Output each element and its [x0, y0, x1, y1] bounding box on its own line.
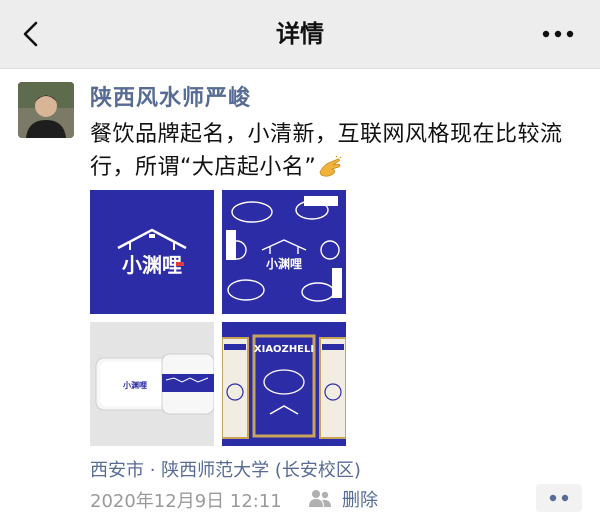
- people-icon: [309, 490, 331, 507]
- more-icon[interactable]: [540, 28, 576, 40]
- logo-text: 小渊哩: [266, 256, 302, 271]
- top-bar: 详情: [0, 0, 600, 69]
- illustration-image: 小渊哩: [222, 190, 346, 314]
- logo-text: 小渊哩: [122, 380, 147, 390]
- dots-icon: [549, 494, 569, 502]
- avatar[interactable]: [18, 82, 74, 138]
- packaging-image: 小渊哩: [90, 322, 214, 446]
- logo-image: 小渊哩: [90, 190, 214, 314]
- post-text: 餐饮品牌起名，小清新，互联网风格现在比较流行，所谓“大店起小名”: [90, 118, 590, 184]
- photo-thumbnail[interactable]: 小渊哩: [222, 190, 346, 314]
- author-name[interactable]: 陕西风水师严峻: [90, 80, 251, 112]
- location-link[interactable]: 西安市 · 陕西师范大学 (长安校区): [90, 456, 361, 482]
- photo-thumbnail[interactable]: XIAOZHELI: [222, 322, 346, 446]
- clapping-hands-icon: [319, 156, 342, 177]
- photo-thumbnail[interactable]: 小渊哩: [90, 190, 214, 314]
- page-title: 详情: [276, 20, 324, 48]
- avatar-photo: [18, 82, 74, 138]
- delete-button[interactable]: 删除: [342, 486, 378, 512]
- poster-title: XIAOZHELI: [254, 344, 314, 355]
- post-timestamp: 2020年12月9日 12:11: [90, 491, 282, 512]
- logo-text: 小渊哩: [122, 253, 182, 277]
- comment-button[interactable]: [536, 484, 582, 512]
- poster-image: XIAOZHELI: [222, 322, 346, 446]
- photo-thumbnail[interactable]: 小渊哩: [90, 322, 214, 446]
